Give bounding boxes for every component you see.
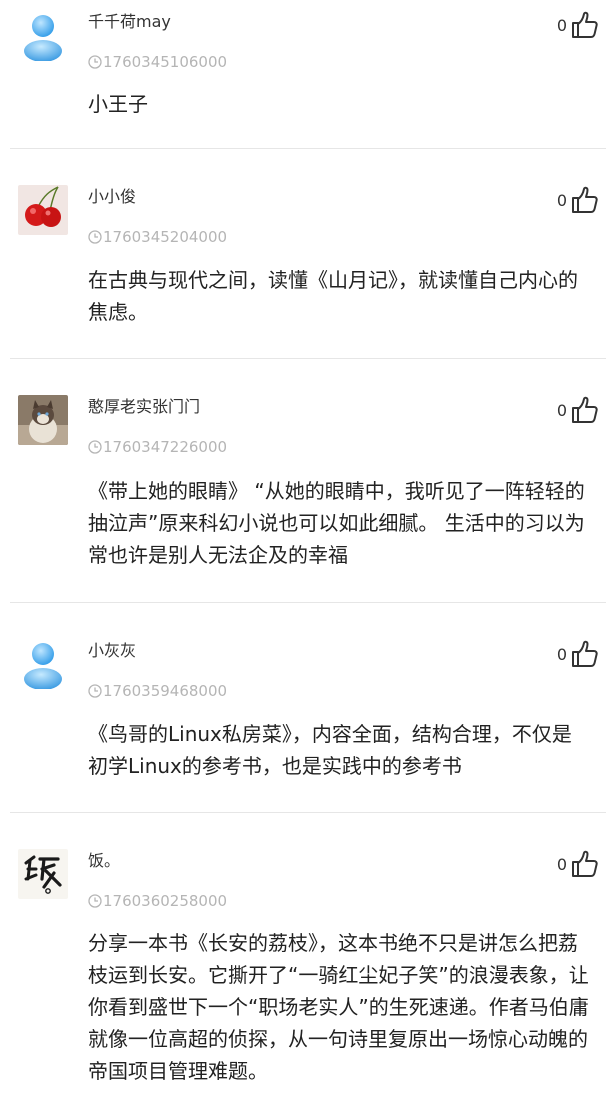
comment-content: 《带上她的眼睛》 “从她的眼睛中，我听见了一阵轻轻的抽泣声”原来科幻小说也可以如… (88, 479, 585, 567)
username[interactable]: 憨厚老实张门门 (88, 397, 200, 417)
timestamp: 1760359468000 (88, 681, 227, 701)
timestamp-text: 1760347226000 (103, 438, 228, 456)
comment-content: 在古典与现代之间，读懂《山月记》，就读懂自己内心的焦虑。 (88, 268, 578, 324)
like-button[interactable]: 0 (557, 639, 600, 669)
username[interactable]: 千千荷may (88, 12, 171, 32)
default-user-avatar-icon (24, 643, 62, 689)
timestamp-text: 1760360258000 (103, 892, 228, 910)
like-button[interactable]: 0 (557, 849, 600, 879)
calligraphy-avatar-icon (18, 849, 68, 899)
comment-item: 千千荷may 1760345106000 小王子 0 (0, 0, 610, 148)
default-user-avatar-icon (24, 15, 62, 61)
comment-content: 《鸟哥的Linux私房菜》，内容全面，结构合理，不仅是初学Linux的参考书，也… (88, 722, 572, 778)
like-count: 0 (556, 190, 567, 210)
username[interactable]: 饭。 (88, 851, 120, 871)
user-avatar[interactable] (18, 185, 68, 235)
comment-item: 小小俊 1760345204000 在古典与现代之间，读懂《山月记》，就读懂自己… (10, 148, 606, 358)
like-count: 0 (556, 854, 567, 874)
comment-list: 千千荷may 1760345106000 小王子 0 小小俊 176034520… (0, 0, 610, 1096)
username[interactable]: 小小俊 (88, 187, 136, 207)
like-button[interactable]: 0 (557, 395, 600, 425)
user-avatar[interactable] (18, 395, 68, 445)
thumbs-up-icon[interactable] (570, 639, 600, 669)
clock-icon (88, 55, 102, 69)
clock-icon (88, 230, 102, 244)
thumbs-up-icon[interactable] (570, 395, 600, 425)
timestamp: 1760347226000 (88, 437, 227, 457)
cat-avatar-icon (18, 395, 68, 445)
timestamp-text: 1760345204000 (103, 228, 228, 246)
timestamp: 1760345106000 (88, 52, 227, 72)
user-avatar[interactable] (18, 639, 68, 689)
thumbs-up-icon[interactable] (570, 10, 600, 40)
cherries-avatar-icon (18, 185, 68, 235)
username[interactable]: 小灰灰 (88, 641, 136, 661)
thumbs-up-icon[interactable] (570, 849, 600, 879)
user-avatar[interactable] (18, 849, 68, 899)
clock-icon (88, 440, 102, 454)
like-count: 0 (556, 400, 567, 420)
clock-icon (88, 894, 102, 908)
comment-item: 憨厚老实张门门 1760347226000 《带上她的眼睛》 “从她的眼睛中，我… (10, 358, 606, 602)
clock-icon (88, 684, 102, 698)
user-avatar[interactable] (18, 11, 68, 61)
timestamp: 1760345204000 (88, 227, 227, 247)
timestamp-text: 1760345106000 (103, 53, 228, 71)
thumbs-up-icon[interactable] (570, 185, 600, 215)
comment-content: 分享一本书《长安的荔枝》，这本书绝不只是讲怎么把荔枝运到长安。它撕开了“一骑红尘… (88, 931, 589, 1083)
like-button[interactable]: 0 (557, 185, 600, 215)
like-count: 0 (556, 644, 567, 664)
comment-item: 小灰灰 1760359468000 《鸟哥的Linux私房菜》，内容全面，结构合… (10, 602, 606, 812)
like-button[interactable]: 0 (557, 10, 600, 40)
comment-item: 饭。 1760360258000 分享一本书《长安的荔枝》，这本书绝不只是讲怎么… (10, 812, 606, 1096)
comment-content: 小王子 (88, 92, 148, 116)
like-count: 0 (556, 15, 567, 35)
timestamp-text: 1760359468000 (103, 682, 228, 700)
timestamp: 1760360258000 (88, 891, 227, 911)
